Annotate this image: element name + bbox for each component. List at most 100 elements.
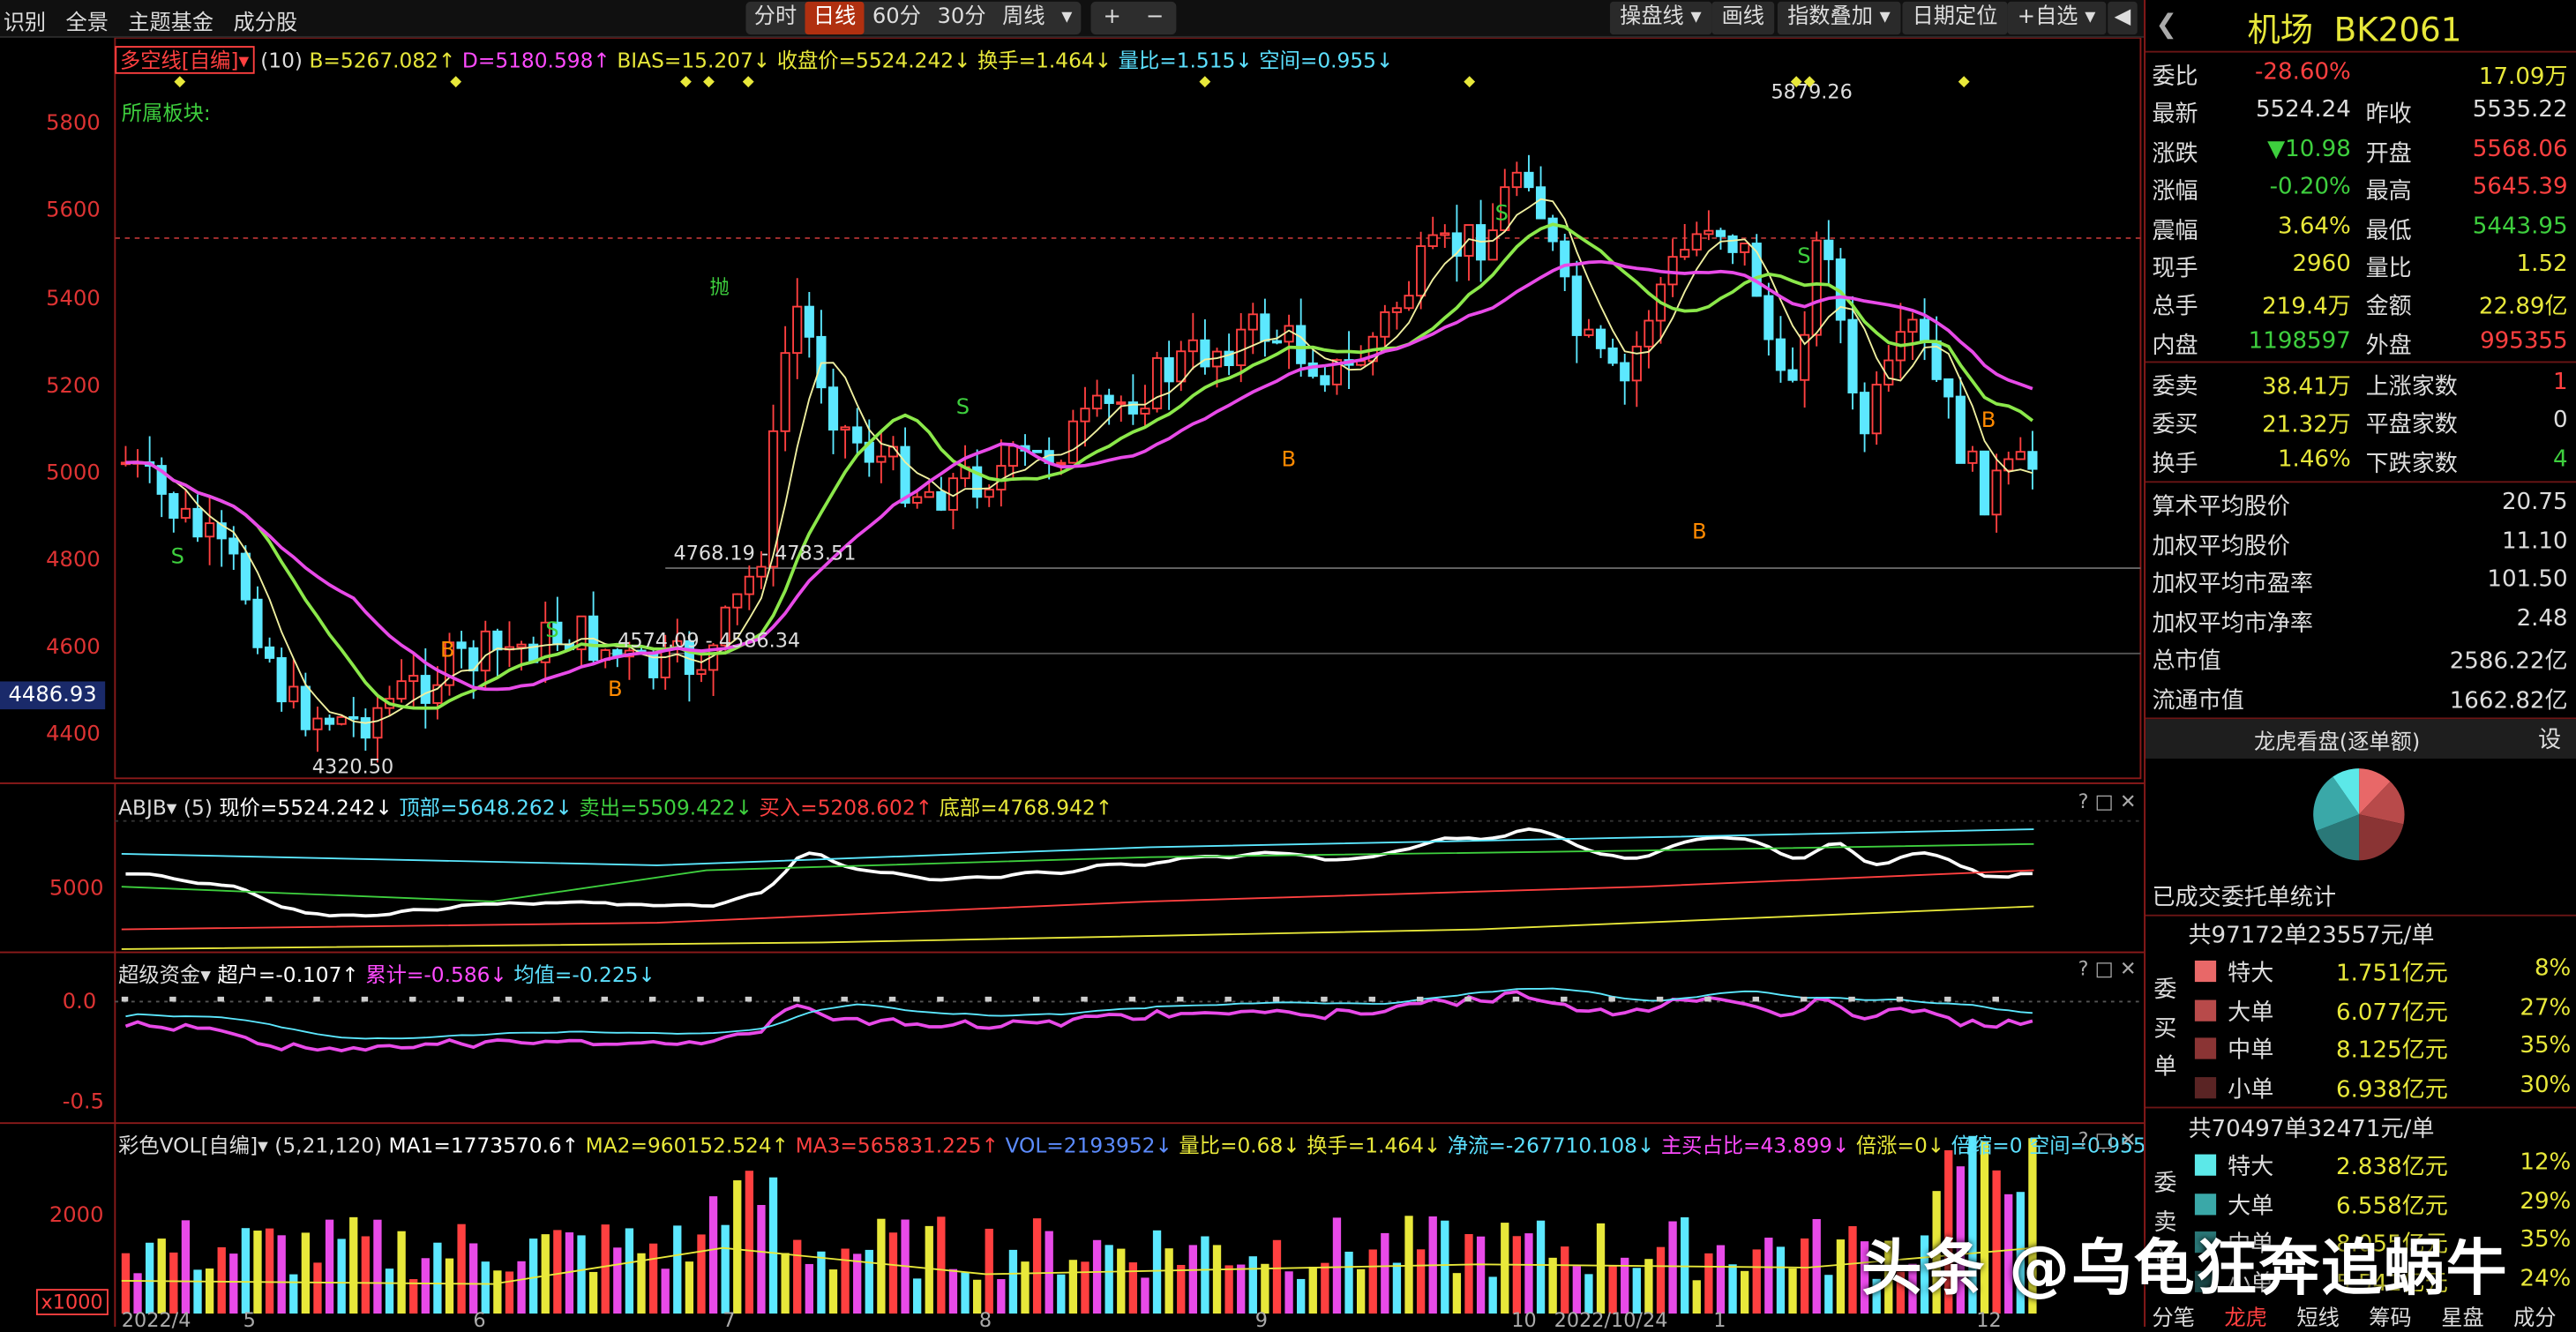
readout-value: 均值=-0.225↓ <box>513 962 655 987</box>
fund-bar <box>1321 996 1328 1002</box>
candle-body <box>2027 451 2038 470</box>
volume-bar <box>1656 1246 1666 1314</box>
date-tick: 5 <box>243 1308 256 1332</box>
fund-bar <box>1032 996 1040 1002</box>
quote-panel: ❮ 机场 BK2061 委比 -28.60% 17.09万 最新 5524.24 昨收 55… <box>2144 0 2576 1332</box>
volume-bar <box>613 1247 622 1314</box>
period-intraday[interactable]: 分时 <box>745 2 805 34</box>
zoom-out-button[interactable]: − <box>1138 2 1172 34</box>
volume-bar <box>853 1253 862 1314</box>
volume-bar <box>1141 1277 1149 1314</box>
quote-k: 涨跌 <box>2152 140 2198 168</box>
buy-signal: B <box>608 677 623 701</box>
menu-identify[interactable]: 识别 <box>4 5 46 36</box>
candle-body <box>852 426 863 444</box>
order-label: 特大 <box>2228 960 2274 987</box>
draw-line-button[interactable]: 画线 <box>1711 1 1775 35</box>
candle-body <box>1056 461 1067 466</box>
candle-body <box>840 426 850 431</box>
add-watchlist-button[interactable]: +自选 ▾ <box>2007 1 2106 35</box>
date-tick: 6 <box>473 1308 486 1332</box>
volume-bar <box>1800 1238 1809 1314</box>
quote-v: -0.20% <box>2269 174 2351 201</box>
candle-body <box>372 707 383 739</box>
quote-k: 委买 <box>2152 412 2198 439</box>
candle-body <box>1787 369 1798 381</box>
volume-bar <box>1128 1262 1138 1314</box>
dragon-header: 龙虎看盘(逐单额) 设 <box>2145 719 2576 759</box>
maximize-icon: □ <box>2094 957 2114 981</box>
volume-bar <box>1164 1248 1173 1314</box>
bottom-tab[interactable]: 成分 <box>2513 1300 2556 1332</box>
quote-k2: 金额 <box>2365 294 2412 321</box>
settings-button[interactable]: 设 <box>2538 722 2561 755</box>
abjb-buy-line <box>121 869 2034 931</box>
fund-bar <box>1992 996 1999 1002</box>
volume-bar <box>1344 1251 1353 1314</box>
candle-body <box>168 493 179 519</box>
menu-theme-fund[interactable]: 主题基金 <box>128 5 213 36</box>
volume-bar <box>673 1225 682 1314</box>
quote-row: 涨跌 ▼10.98 开盘 5568.06 <box>2145 132 2576 170</box>
volume-bar <box>1501 1223 1509 1314</box>
abjb-panel-controls[interactable]: ? □ ✕ <box>2078 789 2137 812</box>
fund-panel-controls[interactable]: ? □ ✕ <box>2078 957 2137 980</box>
readout-value: MA3=565831.225↑ <box>795 1133 1006 1158</box>
volume-bar <box>277 1235 286 1314</box>
period-30min[interactable]: 30分 <box>929 2 994 34</box>
volume-bar <box>1788 1268 1797 1314</box>
zoom-controls: + − <box>1090 1 1177 35</box>
zoom-in-button[interactable]: + <box>1095 2 1129 34</box>
candle-body <box>1296 325 1307 364</box>
menu-panorama[interactable]: 全景 <box>66 5 109 36</box>
vol-selector[interactable]: 彩色VOL[自编]▾ <box>118 1133 268 1157</box>
quote-k: 总市值 <box>2152 648 2221 676</box>
menu-constituents[interactable]: 成分股 <box>234 5 298 36</box>
date-locate-button[interactable]: 日期定位 <box>1902 1 2008 35</box>
period-daily[interactable]: 日线 <box>805 1 865 35</box>
abjb-selector[interactable]: ABJB▾ <box>118 795 176 819</box>
quote-row: 震幅 3.64% 最低 5443.95 <box>2145 210 2576 248</box>
volume-bar <box>169 1252 178 1314</box>
volume-bar <box>421 1258 430 1314</box>
fund-bar <box>409 996 416 1002</box>
quote-v: 1198597 <box>2248 327 2351 355</box>
candle-body <box>1595 328 1606 349</box>
quote-k: 加权平均股价 <box>2152 533 2290 559</box>
sell-signal: S <box>545 617 558 642</box>
quote-v2: 22.89亿 <box>2478 294 2568 321</box>
fund-selector[interactable]: 超级资金▾ <box>118 962 211 987</box>
period-weekly[interactable]: 周线 <box>994 2 1053 34</box>
trading-line-button[interactable]: 操盘线 ▾ <box>1609 1 1711 35</box>
volume-bar <box>721 1224 730 1314</box>
volume-bar <box>1681 1216 1689 1314</box>
quote-v: 219.4万 <box>2262 294 2351 321</box>
period-dropdown-icon[interactable]: ▾ <box>1053 2 1081 34</box>
quote-k2: 昨收 <box>2365 102 2412 129</box>
fund-bar <box>601 996 609 1002</box>
readout-value: 超户=-0.107↑ <box>217 962 366 987</box>
prev-stock-arrow-icon[interactable]: ❮ <box>2155 8 2177 39</box>
side-label: 买 <box>2153 1015 2177 1043</box>
price-tick: 4400 <box>46 722 101 747</box>
collapse-arrow-icon[interactable]: ◀ <box>2108 1 2138 35</box>
candle-body <box>1715 229 1726 237</box>
quote-v2: 1 <box>2553 369 2568 396</box>
index-overlay-button[interactable]: 指数叠加 ▾ <box>1777 1 1900 35</box>
period-60min[interactable]: 60分 <box>865 2 930 34</box>
vol-panel-controls[interactable]: ? □ ✕ <box>2078 1128 2137 1151</box>
candle-body <box>1775 338 1786 371</box>
dragon-title: 龙虎看盘(逐单额) <box>2253 730 2421 756</box>
quote-k2: 上涨家数 <box>2365 374 2458 401</box>
event-marker: ◆ <box>450 71 461 89</box>
indicator-selector[interactable]: 多空线[自编]▾ <box>115 46 254 74</box>
quote-v: 21.32万 <box>2262 412 2351 439</box>
readout-value: 净流=-267710.108↓ <box>1447 1133 1661 1158</box>
candle-body <box>744 575 754 595</box>
volume-bar <box>1548 1257 1557 1314</box>
candle-body <box>1584 328 1594 336</box>
readout-value: 底部=4768.942↑ <box>939 794 1113 819</box>
quote-k2: 最低 <box>2365 217 2412 244</box>
event-marker: ◆ <box>680 71 692 89</box>
candle-body <box>1320 375 1330 385</box>
